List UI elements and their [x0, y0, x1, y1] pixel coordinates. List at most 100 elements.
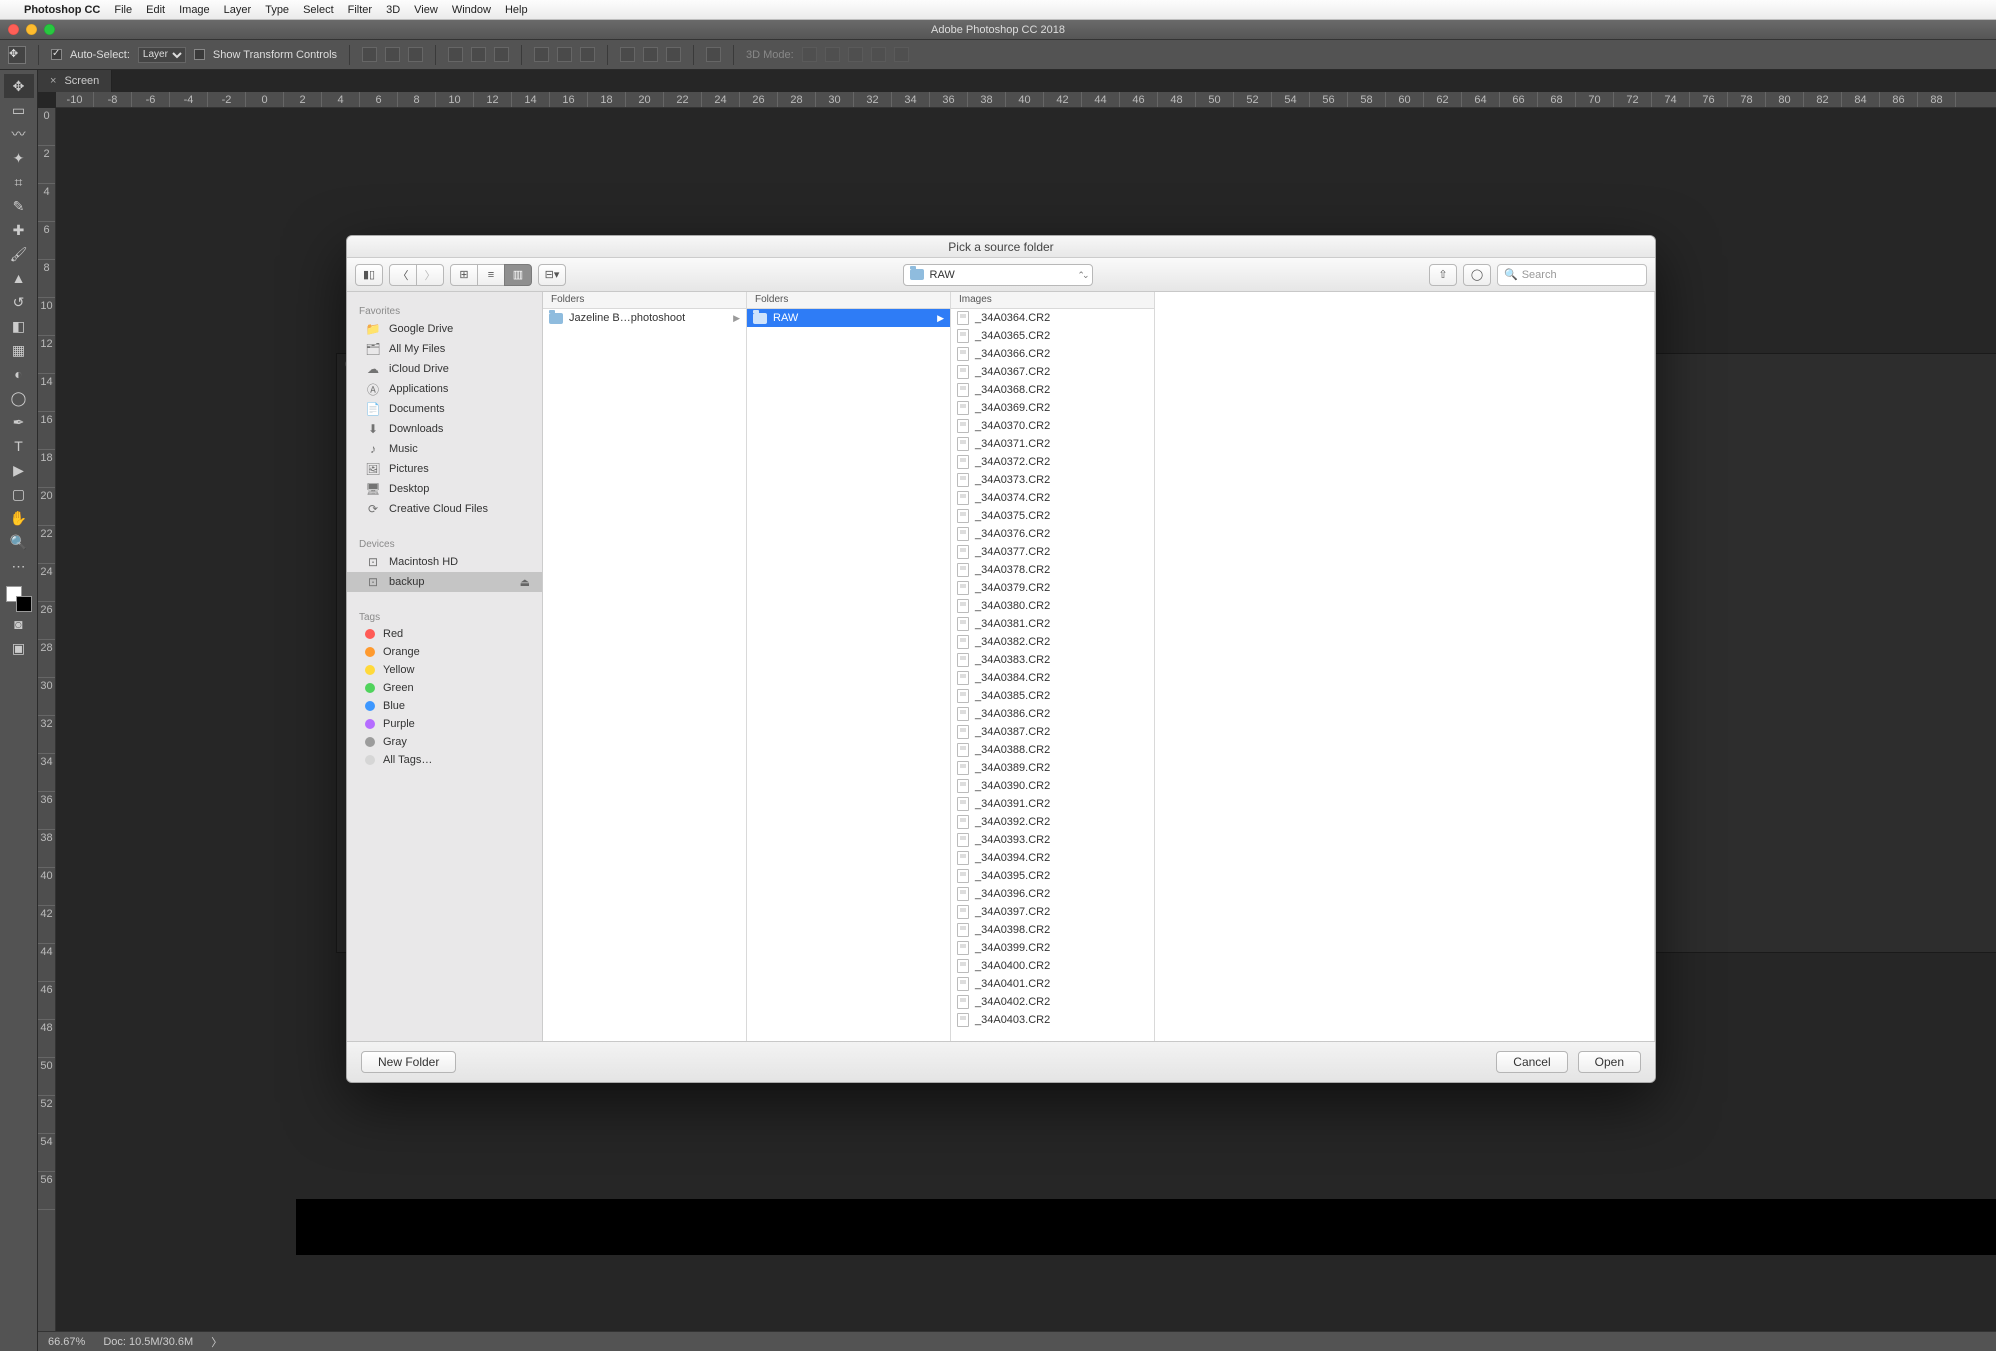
ruler-vertical[interactable]: 0246810121416182022242628303234363840424… — [38, 108, 56, 1331]
new-folder-button[interactable]: New Folder — [361, 1051, 456, 1073]
auto-select-target[interactable]: Layer — [138, 47, 186, 63]
file-row[interactable]: _34A0375.CR2 — [951, 507, 1154, 525]
sidebar-item-music[interactable]: ♪Music — [347, 439, 542, 459]
sidebar-item-creative-cloud-files[interactable]: ⟳Creative Cloud Files — [347, 499, 542, 519]
file-row[interactable]: _34A0388.CR2 — [951, 741, 1154, 759]
file-row[interactable]: _34A0380.CR2 — [951, 597, 1154, 615]
sidebar-device-backup[interactable]: ⊡backup⏏ — [347, 572, 542, 592]
sidebar-item-google-drive[interactable]: 📁Google Drive — [347, 319, 542, 339]
file-row[interactable]: _34A0383.CR2 — [951, 651, 1154, 669]
file-row[interactable]: _34A0371.CR2 — [951, 435, 1154, 453]
dist-bottom-icon[interactable] — [580, 47, 595, 62]
file-row[interactable]: _34A0365.CR2 — [951, 327, 1154, 345]
file-row[interactable]: _34A0376.CR2 — [951, 525, 1154, 543]
tag-green[interactable]: Green — [347, 679, 542, 697]
align-bottom-icon[interactable] — [408, 47, 423, 62]
shape-tool[interactable]: ▢ — [4, 482, 34, 506]
lasso-tool[interactable]: 〰 — [4, 122, 34, 146]
gradient-tool[interactable]: ▦ — [4, 338, 34, 362]
file-row[interactable]: _34A0377.CR2 — [951, 543, 1154, 561]
menu-view[interactable]: View — [414, 4, 438, 16]
tag-yellow[interactable]: Yellow — [347, 661, 542, 679]
zoom-tool[interactable]: 🔍 — [4, 530, 34, 554]
align-hcenter-icon[interactable] — [471, 47, 486, 62]
quick-mask-tool[interactable]: ◙ — [4, 612, 34, 636]
sidebar-device-macintosh-hd[interactable]: ⊡Macintosh HD — [347, 552, 542, 572]
sidebar-item-icloud-drive[interactable]: ☁iCloud Drive — [347, 359, 542, 379]
file-row[interactable]: _34A0390.CR2 — [951, 777, 1154, 795]
type-tool[interactable]: T — [4, 434, 34, 458]
document-tab[interactable]: ×Screen — [38, 70, 112, 92]
crop-tool[interactable]: ⌗ — [4, 170, 34, 194]
menu-3d[interactable]: 3D — [386, 4, 400, 16]
file-row[interactable]: _34A0386.CR2 — [951, 705, 1154, 723]
history-brush-tool[interactable]: ↺ — [4, 290, 34, 314]
nav-back-button[interactable]: 〈 — [389, 264, 417, 286]
file-row[interactable]: _34A0385.CR2 — [951, 687, 1154, 705]
file-row[interactable]: _34A0367.CR2 — [951, 363, 1154, 381]
path-select-tool[interactable]: ▶ — [4, 458, 34, 482]
menu-help[interactable]: Help — [505, 4, 528, 16]
sidebar-item-pictures[interactable]: 🖼Pictures — [347, 459, 542, 479]
arrange-button[interactable]: ⊟▾ — [538, 264, 566, 286]
tag-purple[interactable]: Purple — [347, 715, 542, 733]
brush-tool[interactable]: 🖌 — [4, 242, 34, 266]
eraser-tool[interactable]: ◧ — [4, 314, 34, 338]
pen-tool[interactable]: ✒ — [4, 410, 34, 434]
file-row[interactable]: _34A0393.CR2 — [951, 831, 1154, 849]
file-row[interactable]: _34A0399.CR2 — [951, 939, 1154, 957]
ruler-horizontal[interactable]: -10-8-6-4-202468101214161820222426283032… — [56, 92, 1996, 108]
menu-file[interactable]: File — [114, 4, 132, 16]
tag-red[interactable]: Red — [347, 625, 542, 643]
show-transform-checkbox[interactable] — [194, 49, 205, 60]
folder-row[interactable]: Jazeline B…photoshoot▶ — [543, 309, 746, 327]
menu-select[interactable]: Select — [303, 4, 334, 16]
edit-toolbar[interactable]: ⋯ — [4, 554, 34, 578]
file-row[interactable]: _34A0394.CR2 — [951, 849, 1154, 867]
sidebar-item-all-my-files[interactable]: 🗂All My Files — [347, 339, 542, 359]
file-row[interactable]: _34A0372.CR2 — [951, 453, 1154, 471]
tags-button[interactable]: ◯ — [1463, 264, 1491, 286]
menu-type[interactable]: Type — [265, 4, 289, 16]
move-tool-icon[interactable]: ✥ — [8, 46, 26, 64]
hand-tool[interactable]: ✋ — [4, 506, 34, 530]
zoom-icon[interactable] — [44, 24, 55, 35]
auto-align-icon[interactable] — [706, 47, 721, 62]
dist-top-icon[interactable] — [534, 47, 549, 62]
sidebar-item-documents[interactable]: 📄Documents — [347, 399, 542, 419]
file-row[interactable]: _34A0403.CR2 — [951, 1011, 1154, 1029]
align-vcenter-icon[interactable] — [385, 47, 400, 62]
file-row[interactable]: _34A0389.CR2 — [951, 759, 1154, 777]
file-row[interactable]: _34A0395.CR2 — [951, 867, 1154, 885]
file-row[interactable]: _34A0374.CR2 — [951, 489, 1154, 507]
dodge-tool[interactable]: ◯ — [4, 386, 34, 410]
file-row[interactable]: _34A0384.CR2 — [951, 669, 1154, 687]
open-folder-button[interactable]: Open — [1578, 1051, 1641, 1073]
file-row[interactable]: _34A0370.CR2 — [951, 417, 1154, 435]
minimize-icon[interactable] — [26, 24, 37, 35]
marquee-tool[interactable]: ▭ — [4, 98, 34, 122]
stamp-tool[interactable]: ▲ — [4, 266, 34, 290]
align-top-icon[interactable] — [362, 47, 377, 62]
file-row[interactable]: _34A0396.CR2 — [951, 885, 1154, 903]
align-right-icon[interactable] — [494, 47, 509, 62]
file-row[interactable]: _34A0369.CR2 — [951, 399, 1154, 417]
file-row[interactable]: _34A0392.CR2 — [951, 813, 1154, 831]
file-row[interactable]: _34A0364.CR2 — [951, 309, 1154, 327]
sidebar-item-desktop[interactable]: 🖥Desktop — [347, 479, 542, 499]
menu-window[interactable]: Window — [452, 4, 491, 16]
file-row[interactable]: _34A0402.CR2 — [951, 993, 1154, 1011]
auto-select-checkbox[interactable] — [51, 49, 62, 60]
file-row[interactable]: _34A0381.CR2 — [951, 615, 1154, 633]
cancel-button[interactable]: Cancel — [1496, 1051, 1567, 1073]
dist-right-icon[interactable] — [666, 47, 681, 62]
app-name[interactable]: Photoshop CC — [24, 4, 100, 16]
file-row[interactable]: _34A0387.CR2 — [951, 723, 1154, 741]
search-input[interactable]: 🔍 Search — [1497, 264, 1647, 286]
sidebar-toggle-button[interactable]: ▮▯ — [355, 264, 383, 286]
menu-filter[interactable]: Filter — [348, 4, 372, 16]
tag-blue[interactable]: Blue — [347, 697, 542, 715]
healing-tool[interactable]: ✚ — [4, 218, 34, 242]
sidebar-item-applications[interactable]: ⒶApplications — [347, 379, 542, 399]
mac-menubar[interactable]: Photoshop CC File Edit Image Layer Type … — [0, 0, 1996, 20]
